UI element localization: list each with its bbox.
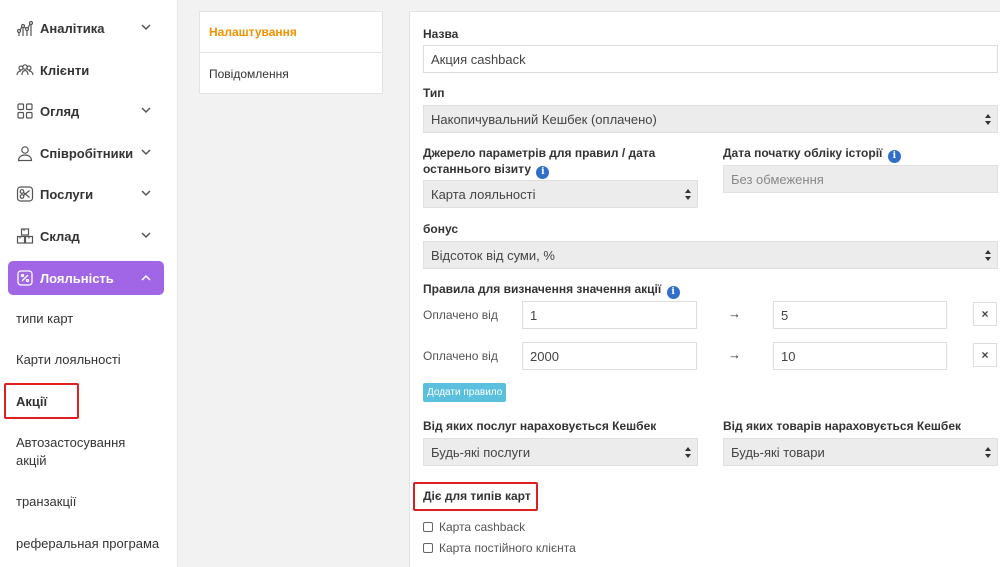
- tab-notifications[interactable]: Повідомлення: [200, 53, 382, 94]
- warehouse-icon: [16, 227, 34, 245]
- chevron-down-icon: [141, 149, 151, 156]
- sidebar-item-label: Клієнти: [40, 62, 90, 78]
- sidebar-item-overview[interactable]: Огляд: [16, 96, 162, 126]
- rule-label: Оплачено від: [423, 308, 498, 322]
- subitem-auto-apply[interactable]: Автозастосування акцій: [16, 434, 156, 470]
- source-select[interactable]: Карта лояльності: [423, 180, 698, 208]
- type-select[interactable]: Накопичувальний Кешбек (оплачено): [423, 105, 998, 133]
- sidebar-item-employees[interactable]: Співробітники: [16, 138, 162, 168]
- card-type-label: Карта cashback: [439, 520, 526, 534]
- name-input[interactable]: Акция cashback: [423, 45, 998, 73]
- rule-from-value: 2000: [530, 348, 559, 364]
- chevron-up-icon: [141, 274, 151, 281]
- select-arrows-icon: [985, 447, 991, 458]
- sidebar-item-label: Послуги: [40, 186, 94, 202]
- card-type-checkbox[interactable]: Карта cashback: [423, 520, 525, 534]
- rule-from-input[interactable]: 2000: [522, 342, 697, 370]
- goods-select[interactable]: Будь-які товари: [723, 438, 998, 466]
- subitem-referral[interactable]: реферальная програма: [16, 535, 159, 553]
- select-arrows-icon: [985, 114, 991, 125]
- settings-tabs: Налаштування Повідомлення: [199, 11, 383, 94]
- rules-label-text: Правила для визначення значення акції: [423, 282, 662, 296]
- highlight-box: [413, 482, 538, 511]
- remove-rule-button[interactable]: ×: [973, 302, 997, 326]
- chevron-down-icon: [141, 190, 151, 197]
- rule-value-input[interactable]: 10: [773, 342, 947, 370]
- sidebar-item-label: Огляд: [40, 103, 80, 119]
- analytics-icon: [16, 19, 34, 37]
- info-icon[interactable]: i: [887, 150, 901, 163]
- card-type-label: Карта постійного клієнта: [439, 541, 576, 555]
- rules-label: Правила для визначення значення акції i: [423, 281, 680, 299]
- sidebar-item-analytics[interactable]: Аналітика: [16, 13, 162, 43]
- scissors-icon: [16, 185, 34, 203]
- tab-settings[interactable]: Налаштування: [200, 12, 382, 53]
- checkbox-icon[interactable]: [423, 522, 433, 532]
- rule-from-input[interactable]: 1: [522, 301, 697, 329]
- goods-value: Будь-які товари: [731, 444, 825, 460]
- type-label: Тип: [423, 86, 445, 100]
- promotion-form: Назва Акция cashback Тип Накопичувальний…: [409, 11, 1000, 567]
- bonus-value: Відсоток від суми, %: [431, 247, 555, 263]
- sidebar-item-label: Склад: [40, 228, 80, 244]
- sidebar: Аналітика Клієнти Огляд Співробітники По…: [0, 0, 178, 567]
- history-label-text: Дата початку обліку історії: [723, 146, 883, 160]
- sidebar-item-label: Аналітика: [40, 20, 105, 36]
- history-placeholder: Без обмеження: [731, 171, 824, 187]
- chevron-down-icon: [141, 107, 151, 114]
- percent-icon: [16, 269, 34, 287]
- info-icon[interactable]: i: [536, 166, 550, 179]
- checkbox-icon[interactable]: [423, 543, 433, 553]
- name-label: Назва: [423, 27, 459, 41]
- subitem-loyalty-cards[interactable]: Карти лояльності: [16, 351, 121, 369]
- sidebar-item-label: Співробітники: [40, 145, 134, 161]
- rule-value-input[interactable]: 5: [773, 301, 947, 329]
- rule-value-value: 10: [781, 348, 796, 364]
- info-icon[interactable]: i: [666, 286, 680, 299]
- remove-rule-button[interactable]: ×: [973, 343, 997, 367]
- sidebar-item-clients[interactable]: Клієнти: [16, 55, 162, 85]
- services-label: Від яких послуг нараховується Кешбек: [423, 419, 657, 433]
- sidebar-item-loyalty[interactable]: Лояльність: [8, 261, 164, 295]
- card-type-checkbox[interactable]: Карта постійного клієнта: [423, 541, 576, 555]
- bonus-select[interactable]: Відсоток від суми, %: [423, 241, 998, 269]
- goods-label: Від яких товарів нараховується Кешбек: [723, 419, 962, 433]
- arrow-right-icon: →: [728, 347, 741, 362]
- chevron-down-icon: [141, 232, 151, 239]
- highlight-box: [4, 383, 79, 419]
- add-rule-button[interactable]: Додати правило: [423, 383, 507, 402]
- rule-value-value: 5: [781, 307, 789, 323]
- source-value: Карта лояльності: [431, 186, 536, 202]
- sidebar-item-warehouse[interactable]: Склад: [16, 221, 162, 251]
- select-arrows-icon: [685, 447, 691, 458]
- overview-icon: [16, 102, 34, 120]
- chevron-down-icon: [141, 24, 151, 31]
- subitem-transactions[interactable]: транзакції: [16, 493, 76, 511]
- select-arrows-icon: [685, 189, 691, 200]
- rule-label: Оплачено від: [423, 349, 498, 363]
- history-label: Дата початку обліку історії i: [723, 145, 901, 163]
- person-icon: [16, 144, 34, 162]
- source-label: Джерело параметрів для правил / дата ост…: [423, 145, 683, 179]
- subitem-card-types[interactable]: типи карт: [16, 310, 73, 328]
- history-date-input[interactable]: Без обмеження: [723, 165, 998, 193]
- sidebar-item-services[interactable]: Послуги: [16, 179, 162, 209]
- bonus-label: бонус: [423, 222, 459, 236]
- select-arrows-icon: [985, 250, 991, 261]
- rule-from-value: 1: [530, 307, 538, 323]
- services-value: Будь-які послуги: [431, 444, 531, 460]
- sidebar-item-label: Лояльність: [40, 270, 114, 286]
- arrow-right-icon: →: [728, 306, 741, 321]
- type-value: Накопичувальний Кешбек (оплачено): [431, 111, 657, 127]
- services-select[interactable]: Будь-які послуги: [423, 438, 698, 466]
- name-value: Акция cashback: [431, 51, 526, 67]
- clients-icon: [16, 61, 34, 79]
